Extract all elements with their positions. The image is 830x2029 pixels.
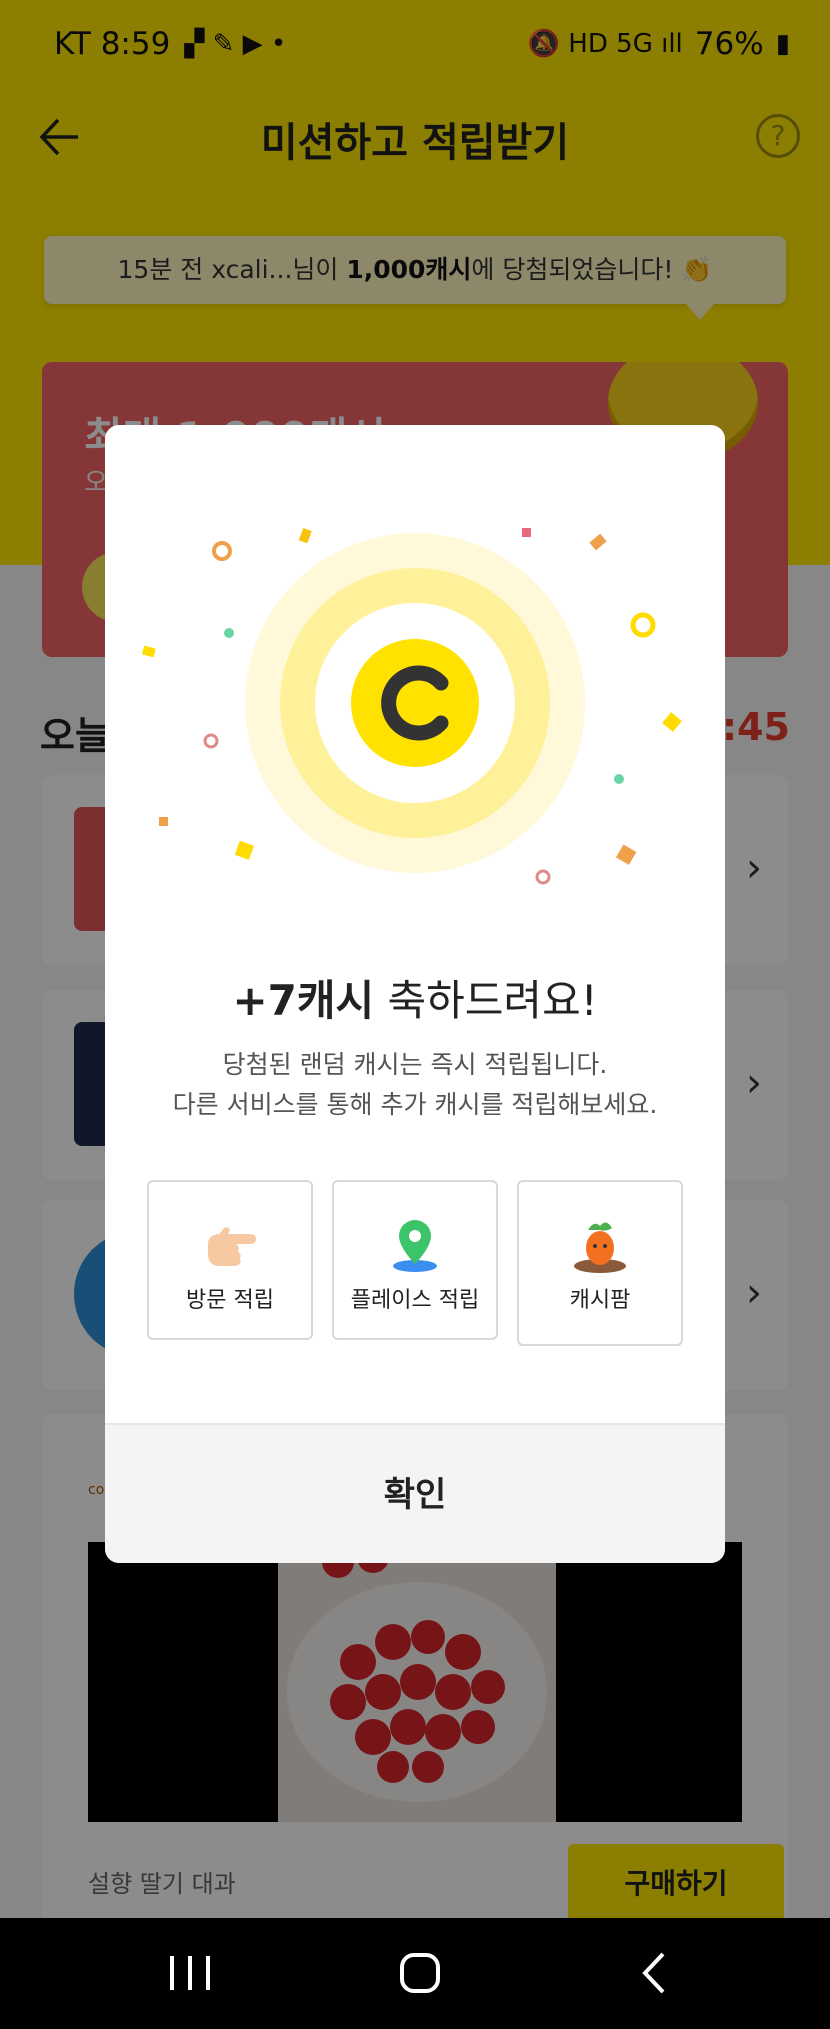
- carrot-icon: [574, 1222, 626, 1273]
- confirm-button[interactable]: 확인: [105, 1425, 725, 1563]
- system-navigation-bar: [0, 1918, 830, 2029]
- service-label: 방문 적립: [186, 1288, 274, 1313]
- pointing-hand-icon: [208, 1227, 256, 1266]
- reward-amount: +7캐시: [232, 976, 375, 1025]
- modal-footer: 확인: [105, 1423, 725, 1563]
- map-pin-icon: [393, 1220, 437, 1272]
- congrats-text: 축하드려요!: [374, 976, 598, 1025]
- reward-description: 당첨된 랜덤 캐시는 즉시 적립됩니다. 다른 서비스를 통해 추가 캐시를 적…: [105, 1045, 725, 1125]
- recent-apps-icon[interactable]: [160, 1948, 220, 1998]
- service-buttons: 방문 적립 플레이스 적립 캐시팜: [147, 1180, 683, 1350]
- description-line-2: 다른 서비스를 통해 추가 캐시를 적립해보세요.: [172, 1090, 658, 1119]
- service-label: 캐시팜: [569, 1288, 631, 1313]
- congrats-message: +7캐시 축하드려요!: [105, 967, 725, 1028]
- place-reward-button[interactable]: 플레이스 적립: [332, 1180, 498, 1340]
- home-icon[interactable]: [390, 1948, 450, 1998]
- cash-coin-burst-icon: [141, 527, 682, 885]
- reward-modal: +7캐시 축하드려요! 당첨된 랜덤 캐시는 즉시 적립됩니다. 다른 서비스를…: [105, 425, 725, 1563]
- visit-reward-button[interactable]: 방문 적립: [147, 1180, 313, 1340]
- back-nav-icon[interactable]: [625, 1948, 685, 1998]
- cash-farm-button[interactable]: 캐시팜: [517, 1180, 683, 1346]
- service-label: 플레이스 적립: [350, 1288, 480, 1313]
- description-line-1: 당첨된 랜덤 캐시는 즉시 적립됩니다.: [222, 1050, 608, 1079]
